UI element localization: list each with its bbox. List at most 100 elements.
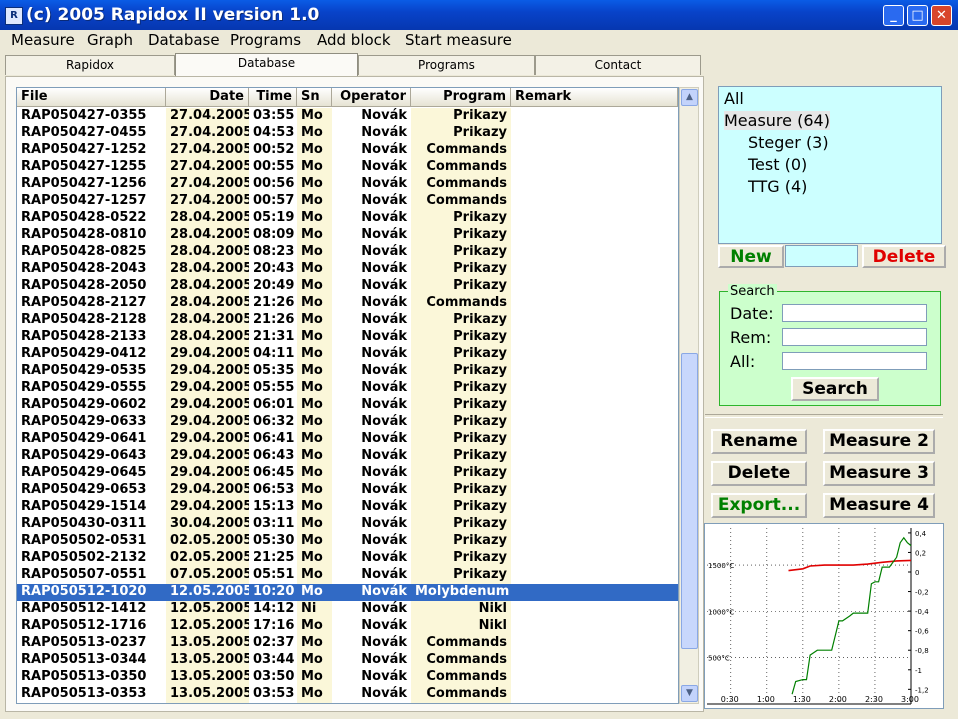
remark-search-input[interactable] <box>782 328 927 346</box>
table-row[interactable]: RAP050502-2132 02.05.2005 21:25 Mo Novák Prik… <box>17 550 678 567</box>
chart-y-right-tick-label: 0 <box>915 569 919 577</box>
category-steger[interactable]: Steger (3) <box>748 133 829 152</box>
delete-category-button[interactable]: Delete <box>862 245 946 268</box>
date-cell: 28.04.2005 <box>166 261 249 278</box>
operator-cell: Novák <box>361 397 407 412</box>
menu-add-block[interactable]: Add block <box>317 31 391 49</box>
table-row[interactable]: RAP050429-0641 29.04.2005 06:41 Mo Novák Prik… <box>17 431 678 448</box>
column-file[interactable]: File <box>17 88 166 107</box>
table-row[interactable]: RAP050427-0455 27.04.2005 04:53 Mo Novák Prik… <box>17 125 678 142</box>
file-list[interactable]: File Date Time Sn Operator Program Remar… <box>16 87 679 704</box>
program-cell: Prikazy <box>411 499 511 516</box>
new-category-input[interactable] <box>785 245 858 267</box>
table-row[interactable]: RAP050512-1716 12.05.2005 17:16 Mo Novák Nikl <box>17 618 678 635</box>
column-date[interactable]: Date <box>166 88 249 107</box>
table-row[interactable]: RAP050429-0602 29.04.2005 06:01 Mo Novák Prik… <box>17 397 678 414</box>
table-row[interactable]: RAP050429-0645 29.04.2005 06:45 Mo Novák Prik… <box>17 465 678 482</box>
category-all[interactable]: All <box>724 89 744 108</box>
table-row[interactable]: RAP050429-0412 29.04.2005 04:11 Mo Novák Prik… <box>17 346 678 363</box>
table-row[interactable]: RAP050427-1252 27.04.2005 00:52 Mo Novák Comm… <box>17 142 678 159</box>
table-row[interactable]: RAP050429-0633 29.04.2005 06:32 Mo Novák Prik… <box>17 414 678 431</box>
column-operator[interactable]: Operator <box>332 88 411 107</box>
table-row[interactable]: RAP050427-1255 27.04.2005 00:55 Mo Novák Comm… <box>17 159 678 176</box>
measure-4-button[interactable]: Measure 4 <box>823 493 935 518</box>
file-cell: RAP050427-1256 <box>21 176 147 191</box>
menu-start-measure[interactable]: Start measure <box>405 31 512 49</box>
category-test[interactable]: Test (0) <box>748 155 807 174</box>
program-cell: Prikazy <box>411 278 511 295</box>
export-button[interactable]: Export... <box>711 493 807 518</box>
table-row[interactable]: RAP050513-0353 13.05.2005 03:53 Mo Novák Comm… <box>17 686 678 703</box>
rename-button[interactable]: Rename <box>711 429 807 454</box>
menu-database[interactable]: Database <box>148 31 220 49</box>
operator-cell: Novák <box>361 176 407 191</box>
table-row[interactable]: RAP050429-1514 29.04.2005 15:13 Mo Novák Prik… <box>17 499 678 516</box>
table-row[interactable]: RAP050429-0555 29.04.2005 05:55 Mo Novák Prik… <box>17 380 678 397</box>
new-category-button[interactable]: New <box>718 245 784 268</box>
list-scrollbar[interactable]: ▲ ▼ <box>679 87 699 704</box>
measure-3-button[interactable]: Measure 3 <box>823 461 935 486</box>
category-tree[interactable]: All Measure (64) Steger (3) Test (0) TTG… <box>718 86 942 244</box>
maximize-button[interactable]: □ <box>907 5 928 26</box>
menu-graph[interactable]: Graph <box>87 31 133 49</box>
table-row[interactable]: RAP050428-2127 28.04.2005 21:26 Mo Novák Comm… <box>17 295 678 312</box>
category-ttg[interactable]: TTG (4) <box>748 177 807 196</box>
table-row[interactable]: RAP050429-0653 29.04.2005 06:53 Mo Novák Prik… <box>17 482 678 499</box>
table-row[interactable]: RAP050427-1257 27.04.2005 00:57 Mo Novák Comm… <box>17 193 678 210</box>
menu-measure[interactable]: Measure <box>11 31 75 49</box>
table-row[interactable]: RAP050430-0311 30.04.2005 03:11 Mo Novák Prik… <box>17 516 678 533</box>
tab-programs[interactable]: Programs <box>358 55 535 75</box>
tab-contact[interactable]: Contact <box>535 55 701 75</box>
file-cell: RAP050429-0645 <box>21 465 147 480</box>
table-row[interactable]: RAP050513-0237 13.05.2005 02:37 Mo Novák Comm… <box>17 635 678 652</box>
table-row[interactable]: RAP050428-2050 28.04.2005 20:49 Mo Novák Prik… <box>17 278 678 295</box>
minimize-button[interactable]: _ <box>883 5 904 26</box>
table-row[interactable]: RAP050428-0810 28.04.2005 08:09 Mo Novák Prik… <box>17 227 678 244</box>
category-measure[interactable]: Measure (64) <box>724 111 830 130</box>
table-row[interactable]: RAP050512-1020 12.05.2005 10:20 Mo Novák Moly… <box>17 584 678 601</box>
measure-2-button[interactable]: Measure 2 <box>823 429 935 454</box>
remark-cell <box>511 261 678 278</box>
time-cell: 21:26 <box>253 312 295 327</box>
table-row[interactable]: RAP050512-1412 12.05.2005 14:12 Ni Novák Nikl <box>17 601 678 618</box>
table-row[interactable]: RAP050513-0344 13.05.2005 03:44 Mo Novák Comm… <box>17 652 678 669</box>
remark-cell <box>511 567 678 584</box>
close-button[interactable]: ✕ <box>931 5 952 26</box>
table-row[interactable]: RAP050429-0643 29.04.2005 06:43 Mo Novák Prik… <box>17 448 678 465</box>
table-row[interactable]: RAP050429-0535 29.04.2005 05:35 Mo Novák Prik… <box>17 363 678 380</box>
table-row[interactable]: RAP050427-0355 27.04.2005 03:55 Mo Novák Prik… <box>17 108 678 125</box>
all-label: All: <box>730 352 756 371</box>
table-row[interactable]: RAP050428-2128 28.04.2005 21:26 Mo Novák Prik… <box>17 312 678 329</box>
time-cell: 03:55 <box>253 108 295 123</box>
table-row[interactable]: RAP050427-1256 27.04.2005 00:56 Mo Novák Comm… <box>17 176 678 193</box>
table-row[interactable]: RAP050428-0825 28.04.2005 08:23 Mo Novák Prik… <box>17 244 678 261</box>
menu-programs[interactable]: Programs <box>230 31 301 49</box>
date-search-input[interactable] <box>782 304 927 322</box>
date-cell: 29.04.2005 <box>166 380 249 397</box>
delete-button[interactable]: Delete <box>711 461 807 486</box>
tab-database[interactable]: Database <box>175 53 358 76</box>
scroll-up-icon[interactable]: ▲ <box>681 89 698 106</box>
all-search-input[interactable] <box>782 352 927 370</box>
date-cell: 29.04.2005 <box>166 397 249 414</box>
column-sn[interactable]: Sn <box>297 88 332 107</box>
table-row[interactable]: RAP050513-0350 13.05.2005 03:50 Mo Novák Comm… <box>17 669 678 686</box>
table-row[interactable]: RAP050428-0522 28.04.2005 05:19 Mo Novák Prik… <box>17 210 678 227</box>
chart-y-right-tick-label: -0,8 <box>915 647 929 655</box>
operator-cell: Novák <box>361 159 407 174</box>
table-row[interactable]: RAP050507-0551 07.05.2005 05:51 Mo Novák Prik… <box>17 567 678 584</box>
scroll-thumb[interactable] <box>681 353 698 649</box>
table-row[interactable]: RAP050428-2133 28.04.2005 21:31 Mo Novák Prik… <box>17 329 678 346</box>
table-row[interactable]: RAP050502-0531 02.05.2005 05:30 Mo Novák Prik… <box>17 533 678 550</box>
scroll-down-icon[interactable]: ▼ <box>681 685 698 702</box>
date-cell: 28.04.2005 <box>166 244 249 261</box>
table-row[interactable]: RAP050428-2043 28.04.2005 20:43 Mo Novák Prik… <box>17 261 678 278</box>
file-cell: RAP050427-1252 <box>21 142 147 157</box>
sn-cell: Mo <box>297 397 332 414</box>
search-button[interactable]: Search <box>791 377 879 401</box>
tab-rapidox[interactable]: Rapidox <box>5 55 175 75</box>
column-program[interactable]: Program <box>411 88 511 107</box>
column-time[interactable]: Time <box>249 88 297 107</box>
chart-x-tick-label: 0:30 <box>721 695 739 704</box>
column-remark[interactable]: Remark <box>511 88 678 107</box>
